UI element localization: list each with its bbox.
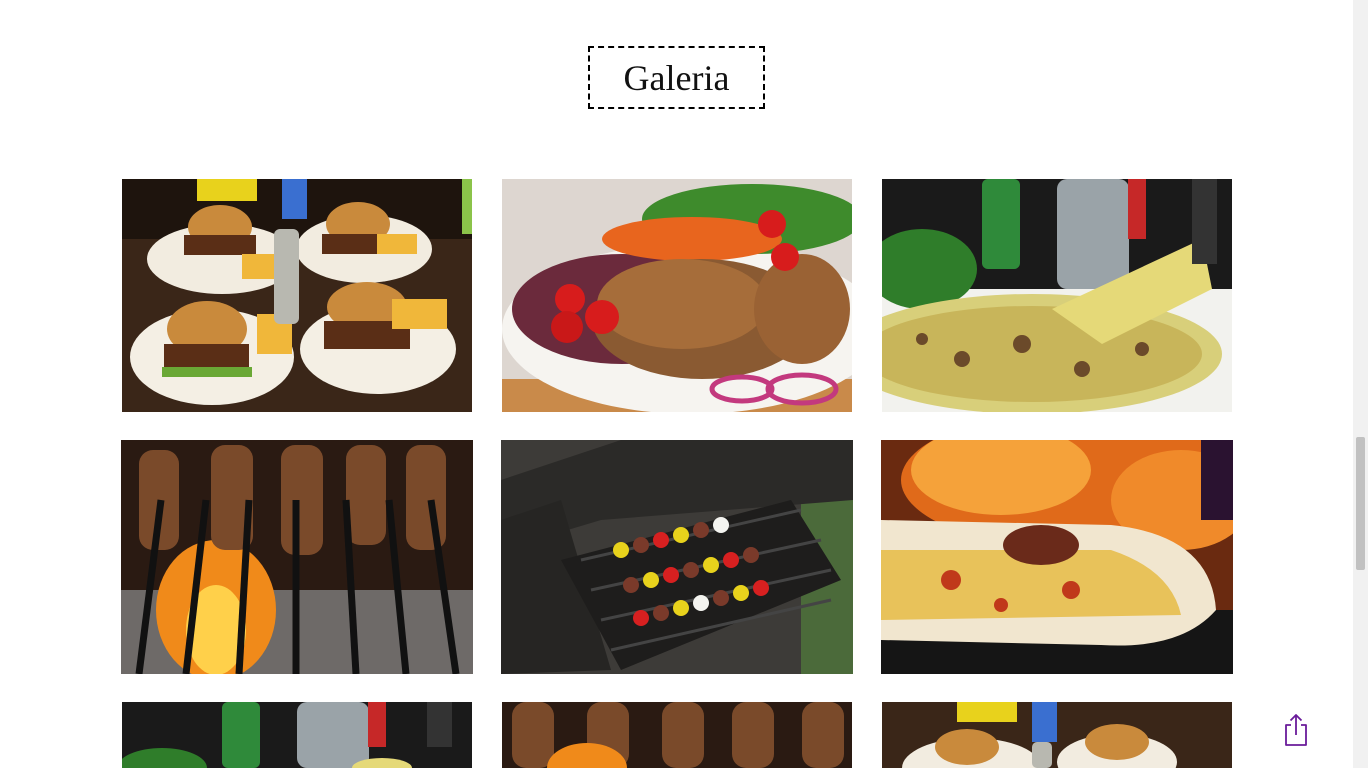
gallery-image-burgers-2[interactable] [882, 702, 1232, 768]
gallery-image-burgers[interactable] [122, 179, 472, 412]
gallery-image-grilled-meat[interactable] [502, 179, 852, 412]
gallery-image-pizza-server-2[interactable] [122, 702, 472, 768]
gallery-title: Galeria [588, 46, 765, 109]
gallery-title-text: Galeria [623, 57, 730, 98]
gallery-image-pizza-server[interactable] [882, 179, 1232, 412]
gallery-image-kebabs-grill[interactable] [501, 440, 853, 674]
page-scrollbar[interactable] [1353, 0, 1368, 768]
gallery-image-skewers-fire[interactable] [121, 440, 473, 674]
gallery-image-skewers-fire-2[interactable] [502, 702, 852, 768]
gallery-image-pizza-flames[interactable] [881, 440, 1233, 674]
share-button[interactable] [1281, 712, 1311, 748]
share-icon [1285, 714, 1307, 746]
scrollbar-thumb[interactable] [1356, 437, 1365, 570]
